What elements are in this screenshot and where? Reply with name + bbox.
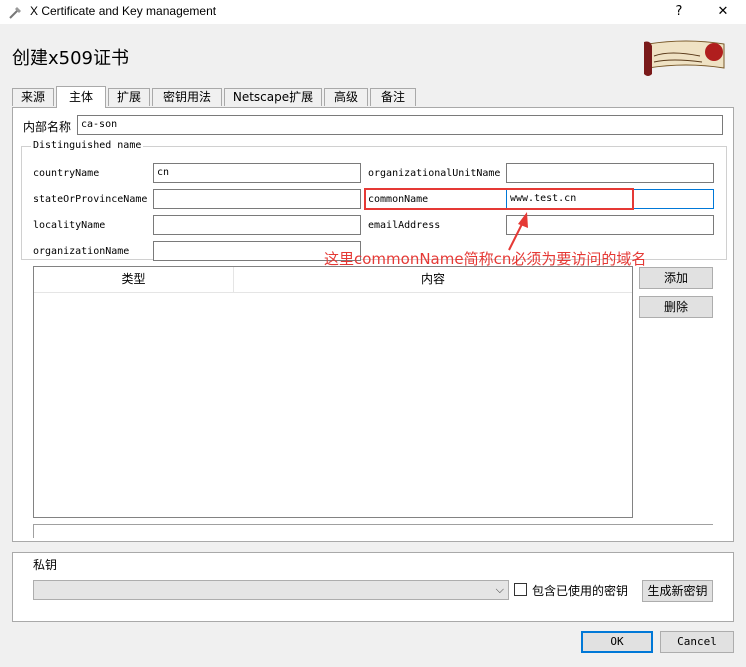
title-bar: X Certificate and Key management ? ✕ <box>0 0 746 24</box>
horizontal-scrollbar[interactable] <box>33 524 713 525</box>
organization-name-label: organizationName <box>33 246 130 257</box>
scrollbar-left-edge <box>33 524 34 538</box>
cancel-button[interactable]: Cancel <box>660 631 734 653</box>
generate-key-button[interactable]: 生成新密钥 <box>642 580 713 602</box>
distinguished-name-title: Distinguished name <box>31 140 144 151</box>
tab-extensions[interactable]: 扩展 <box>108 88 150 106</box>
dialog-heading: 创建x509证书 <box>12 48 130 69</box>
internal-name-input[interactable]: ca-son <box>77 115 723 135</box>
certificate-icon <box>9 7 21 19</box>
private-key-select[interactable]: ⌵ <box>33 580 509 600</box>
state-name-label: stateOrProvinceName <box>33 194 148 205</box>
common-name-highlight-box <box>364 188 634 210</box>
tab-comment[interactable]: 备注 <box>370 88 416 106</box>
chevron-down-icon[interactable]: ⌵ <box>496 583 504 597</box>
include-used-keys-label: 包含已使用的密钥 <box>532 584 629 598</box>
locality-name-label: localityName <box>33 220 106 231</box>
locality-name-input[interactable] <box>153 215 361 235</box>
xca-logo-icon <box>644 40 725 76</box>
country-name-label: countryName <box>33 168 100 179</box>
dn-extra-table[interactable]: 类型 内容 <box>33 266 633 518</box>
org-unit-name-input[interactable] <box>506 163 714 183</box>
include-used-keys-checkbox[interactable] <box>514 583 527 596</box>
state-name-input[interactable] <box>153 189 361 209</box>
column-header-content[interactable]: 内容 <box>234 267 632 293</box>
close-button[interactable]: ✕ <box>700 0 746 24</box>
window-title: X Certificate and Key management <box>30 4 217 18</box>
tab-netscape[interactable]: Netscape扩展 <box>224 88 322 106</box>
annotation-text: 这里commonName简称cn必须为要访问的域名 <box>324 250 647 268</box>
internal-name-label: 内部名称 <box>23 120 72 134</box>
org-unit-name-label: organizationalUnitName <box>368 168 501 179</box>
tab-key-usage[interactable]: 密钥用法 <box>152 88 222 106</box>
tab-source[interactable]: 来源 <box>12 88 54 106</box>
help-button[interactable]: ? <box>656 0 702 24</box>
email-address-input[interactable] <box>506 215 714 235</box>
delete-button[interactable]: 删除 <box>639 296 713 318</box>
private-key-title: 私钥 <box>33 558 58 572</box>
tab-subject[interactable]: 主体 <box>56 86 106 108</box>
private-key-group: 私钥 ⌵ 包含已使用的密钥 生成新密钥 <box>12 552 734 622</box>
add-button[interactable]: 添加 <box>639 267 713 289</box>
tab-advanced[interactable]: 高级 <box>324 88 368 106</box>
ok-button[interactable]: OK <box>581 631 653 653</box>
column-header-type[interactable]: 类型 <box>34 267 234 293</box>
country-name-input[interactable]: cn <box>153 163 361 183</box>
email-address-label: emailAddress <box>368 220 441 231</box>
subject-panel: 内部名称 ca-son Distinguished name countryNa… <box>12 107 734 542</box>
